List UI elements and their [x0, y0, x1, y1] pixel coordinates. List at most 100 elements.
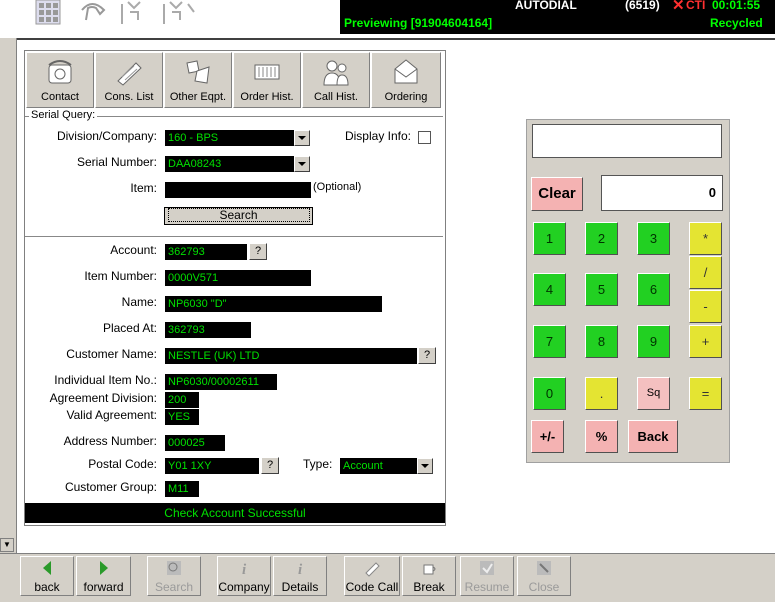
- search-icon: [167, 561, 181, 575]
- transfer-icon[interactable]: [118, 0, 154, 28]
- division-dropdown-icon[interactable]: [294, 130, 310, 146]
- back-arrow-icon: [43, 561, 51, 575]
- calc-key-3[interactable]: 3: [637, 222, 670, 255]
- calc-dot-key[interactable]: .: [585, 377, 618, 410]
- calc-plus-minus-key[interactable]: +/-: [531, 420, 564, 453]
- serial-dropdown-icon[interactable]: [294, 156, 310, 172]
- name-label: Name:: [121, 295, 157, 309]
- top-divider: [0, 38, 775, 40]
- hangup-icon[interactable]: [78, 0, 108, 28]
- left-scroll-strip[interactable]: ▼: [0, 38, 17, 553]
- calc-plus-key[interactable]: +: [689, 325, 722, 358]
- calc-key-4[interactable]: 4: [533, 273, 566, 306]
- account-field[interactable]: 362793: [165, 244, 247, 260]
- type-select[interactable]: Account: [340, 458, 418, 474]
- calc-key-7[interactable]: 7: [533, 325, 566, 358]
- account-lookup-button[interactable]: ?: [249, 243, 267, 260]
- calc-minus-key[interactable]: -: [689, 290, 722, 323]
- search-nav-button[interactable]: Search: [147, 556, 201, 596]
- item-number-field[interactable]: 0000V571: [165, 270, 311, 286]
- type-dropdown-icon[interactable]: [417, 458, 433, 474]
- individual-item-field[interactable]: NP6030/00002611: [165, 374, 277, 390]
- break-button[interactable]: Break: [402, 556, 456, 596]
- keypad-icon[interactable]: [34, 0, 64, 28]
- contact-button[interactable]: Contact: [26, 52, 94, 108]
- name-field[interactable]: NP6030 "D": [165, 296, 382, 312]
- forward-arrow-icon: [99, 561, 108, 575]
- conference-icon[interactable]: [160, 0, 200, 28]
- cti-status-panel: AUTODIAL (6519) ✕ CTI 00:01:55 Previewin…: [340, 0, 775, 34]
- calc-key-6[interactable]: 6: [637, 273, 670, 306]
- envelope-icon: [394, 59, 418, 84]
- calc-percent-key[interactable]: %: [585, 420, 618, 453]
- calc-sq-key[interactable]: Sq: [637, 377, 670, 410]
- forward-button[interactable]: forward: [76, 556, 131, 596]
- other-eqpt-button[interactable]: Other Eqpt.: [164, 52, 232, 108]
- placed-at-label: Placed At:: [102, 321, 157, 335]
- agreement-division-label: Agreement Division:: [49, 391, 157, 405]
- item-input[interactable]: [165, 182, 311, 198]
- info-icon: i: [298, 562, 303, 577]
- call-hist-button[interactable]: Call Hist.: [302, 52, 370, 108]
- calc-key-9[interactable]: 9: [637, 325, 670, 358]
- coffee-icon: [423, 564, 436, 575]
- placed-at-field[interactable]: 362793: [165, 322, 251, 338]
- item-number-label: Item Number:: [84, 269, 157, 283]
- cons-list-button[interactable]: Cons. List: [95, 52, 163, 108]
- order-hist-button[interactable]: Order Hist.: [233, 52, 301, 108]
- customer-name-field[interactable]: NESTLE (UK) LTD: [165, 348, 417, 364]
- phone-icon: [48, 60, 72, 84]
- calc-key-8[interactable]: 8: [585, 325, 618, 358]
- calc-key-5[interactable]: 5: [585, 273, 618, 306]
- address-number-label: Address Number:: [63, 434, 157, 448]
- postal-code-label: Postal Code:: [88, 457, 157, 471]
- agreement-division-field[interactable]: 200: [165, 392, 199, 408]
- list-icon: [117, 62, 142, 86]
- resume-button[interactable]: Resume: [460, 556, 514, 596]
- calc-value-display: 0: [601, 175, 723, 211]
- serial-query-legend: Serial Query:: [29, 109, 98, 121]
- calc-multiply-key[interactable]: *: [689, 222, 722, 255]
- calc-equals-key[interactable]: =: [689, 377, 722, 410]
- scroll-down-icon[interactable]: ▼: [0, 538, 14, 552]
- division-label: Division/Company:: [56, 129, 157, 143]
- address-number-field[interactable]: 000025: [165, 435, 225, 451]
- calc-key-2[interactable]: 2: [585, 222, 618, 255]
- serial-query-panel: Contact Cons. List Other Eqpt. Order His…: [24, 50, 446, 526]
- calculator: Clear 0 1 2 3 * 4 5 6 / - 7 8 9 + 0 . Sq…: [526, 119, 730, 463]
- customer-group-label: Customer Group:: [64, 480, 157, 494]
- calc-back-key[interactable]: Back: [628, 420, 678, 453]
- calc-key-0[interactable]: 0: [533, 377, 566, 410]
- valid-agreement-field[interactable]: YES: [165, 409, 199, 425]
- customer-lookup-button[interactable]: ?: [418, 347, 436, 364]
- company-button[interactable]: i Company: [217, 556, 271, 596]
- close-icon: [537, 561, 551, 575]
- serial-number-label: Serial Number:: [76, 155, 157, 169]
- previewing-status: Previewing [91904604164]: [344, 16, 493, 30]
- back-button[interactable]: back: [20, 556, 74, 596]
- code-call-icon: [365, 562, 380, 577]
- call-timer: 00:01:55: [712, 0, 761, 12]
- status-bar: Check Account Successful: [25, 503, 445, 523]
- customer-group-field[interactable]: M11: [165, 481, 199, 497]
- display-info-checkbox[interactable]: [418, 131, 431, 144]
- history-icon: [254, 64, 280, 80]
- serial-number-select[interactable]: DAA08243: [165, 156, 295, 172]
- search-button[interactable]: Search: [164, 207, 313, 225]
- recycled-status: Recycled: [710, 16, 763, 30]
- type-label: Type:: [303, 457, 333, 471]
- calc-memory-display: [532, 124, 722, 158]
- calc-divide-key[interactable]: /: [689, 256, 722, 289]
- postal-code-field[interactable]: Y01 1XY: [165, 458, 259, 474]
- close-button[interactable]: Close: [517, 556, 571, 596]
- code-call-button[interactable]: Code Call: [344, 556, 400, 596]
- valid-agreement-label: Valid Agreement:: [66, 408, 158, 422]
- details-button[interactable]: i Details: [273, 556, 327, 596]
- division-select[interactable]: 160 - BPS: [165, 130, 295, 146]
- calc-clear-button[interactable]: Clear: [531, 177, 583, 211]
- ordering-button[interactable]: Ordering: [371, 52, 441, 108]
- postal-code-lookup-button[interactable]: ?: [261, 457, 279, 474]
- calc-key-1[interactable]: 1: [533, 222, 566, 255]
- queue-count: (6519): [625, 0, 660, 12]
- people-icon: [323, 60, 349, 86]
